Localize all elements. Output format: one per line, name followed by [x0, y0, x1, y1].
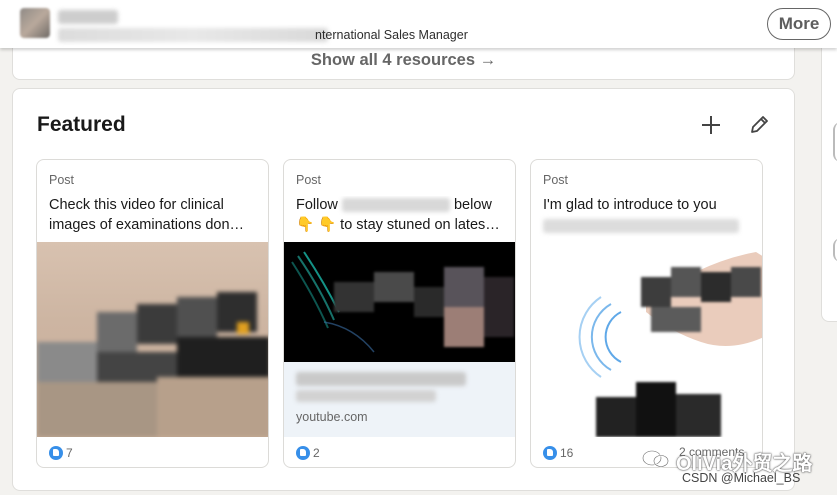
- plus-icon: [702, 116, 720, 134]
- reaction-count[interactable]: 16: [543, 446, 573, 460]
- post-text: I'm glad to introduce to you: [543, 196, 755, 233]
- post-video-thumbnail[interactable]: [284, 242, 515, 362]
- post-type-label: Post: [296, 173, 322, 187]
- post-type-label: Post: [543, 173, 569, 187]
- featured-post-card[interactable]: Post I'm glad to introduce to you 16: [530, 159, 763, 468]
- reaction-count[interactable]: 2: [296, 446, 320, 460]
- like-reaction-icon: [543, 446, 557, 460]
- redacted-link-title: [296, 372, 466, 386]
- post-text-fragment: Follow: [296, 197, 338, 213]
- reaction-number: 7: [66, 446, 73, 460]
- post-text: Follow below 👇 👇 to stay stuned on lates…: [296, 196, 508, 235]
- pencil-icon: [751, 116, 768, 133]
- redacted-image: [37, 292, 268, 437]
- redacted-text: [543, 218, 739, 233]
- add-featured-button[interactable]: [698, 112, 724, 138]
- redacted-text: [341, 198, 450, 213]
- section-title: Featured: [37, 113, 126, 136]
- edit-featured-button[interactable]: [746, 112, 772, 138]
- featured-post-card[interactable]: Post Check this video for clinical image…: [36, 159, 269, 468]
- wechat-icon: [642, 450, 669, 468]
- post-text: Check this video for clinical images of …: [49, 196, 261, 235]
- post-text-line: I'm glad to introduce to you: [543, 197, 717, 213]
- post-type-label: Post: [49, 173, 75, 187]
- post-text-line: 👇 👇 to stay stuned on lates…: [296, 216, 500, 233]
- link-preview[interactable]: [284, 362, 515, 437]
- reaction-number: 2: [313, 446, 320, 460]
- post-image[interactable]: [531, 242, 762, 437]
- post-video-thumbnail[interactable]: [37, 242, 268, 437]
- post-text-line: Check this video for clinical: [49, 197, 224, 213]
- post-text-fragment: below: [453, 197, 492, 213]
- redacted-image: [596, 382, 721, 437]
- profile-name-redacted: [58, 10, 118, 24]
- headline-redacted: [58, 28, 328, 42]
- profile-sticky-header: nternational Sales Manager More: [0, 0, 837, 48]
- post-text-line: images of examinations don…: [49, 216, 245, 233]
- like-reaction-icon: [296, 446, 310, 460]
- right-column-element: [833, 238, 837, 262]
- avatar[interactable]: [20, 8, 50, 38]
- more-button[interactable]: More: [767, 8, 831, 40]
- reaction-number: 16: [560, 446, 574, 460]
- redacted-image: [641, 267, 762, 337]
- featured-post-card[interactable]: Post Follow below 👇 👇 to stay stuned on …: [283, 159, 516, 468]
- profile-headline: nternational Sales Manager: [315, 28, 468, 42]
- right-column-card: [821, 0, 837, 322]
- reaction-count[interactable]: 7: [49, 446, 73, 460]
- link-domain: youtube.com: [296, 410, 368, 424]
- like-reaction-icon: [49, 446, 63, 460]
- right-column-element: [833, 122, 837, 162]
- redacted-image: [334, 267, 514, 357]
- redacted-link-title: [296, 390, 436, 402]
- csdn-watermark: CSDN @Michael_BS: [682, 471, 801, 485]
- show-all-resources-link[interactable]: Show all 4 resources →: [0, 51, 807, 70]
